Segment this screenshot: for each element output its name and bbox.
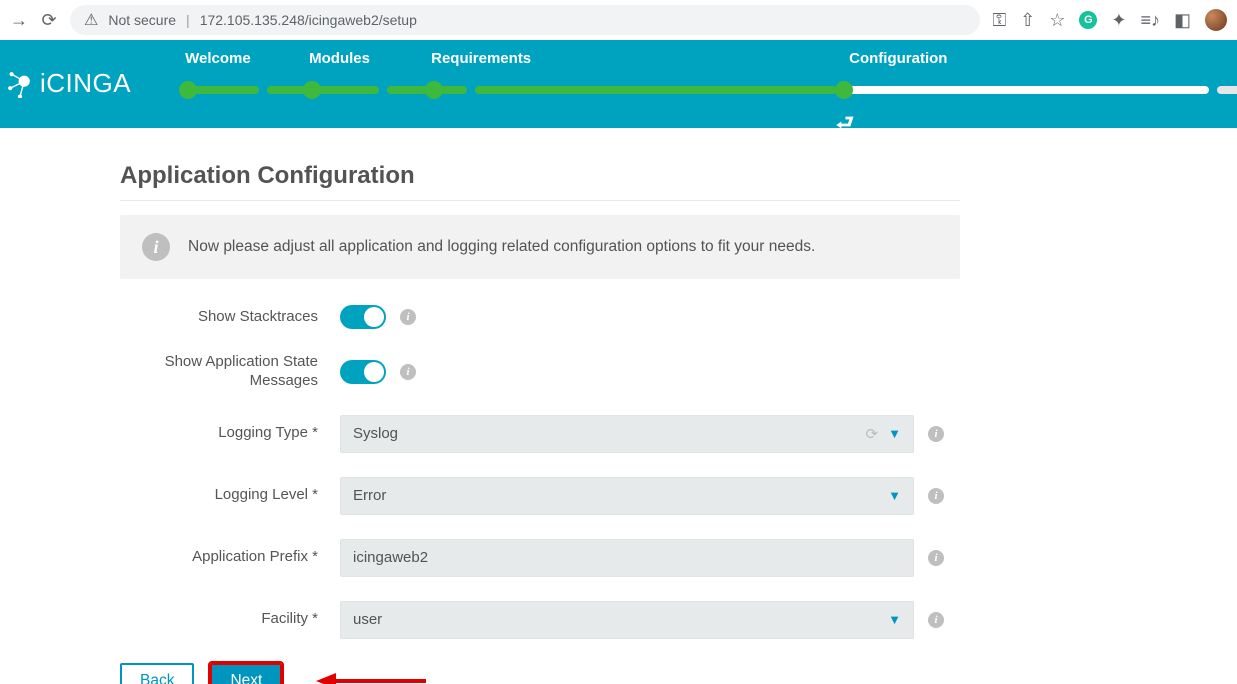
page-title: Application Configuration xyxy=(120,162,1110,190)
row-facility: Facility * user ▼ i xyxy=(120,601,960,639)
select-logging-type[interactable]: Syslog ⟳ ▼ xyxy=(340,415,914,453)
not-secure-label: Not secure xyxy=(108,12,176,28)
browser-chrome: → ⟳ ⚠ Not secure | 172.105.135.248/icing… xyxy=(0,0,1237,40)
wizard-step-configuration[interactable]: Configuration xyxy=(849,50,947,67)
panel-icon[interactable]: ◧ xyxy=(1174,10,1191,31)
share-icon[interactable]: ⇧ xyxy=(1020,10,1035,31)
select-logging-type-value: Syslog xyxy=(353,425,398,442)
title-divider xyxy=(120,200,960,201)
brand-logo: iCINGA xyxy=(0,40,149,99)
config-form: Show Stacktraces i Show Application Stat… xyxy=(120,305,960,684)
chevron-down-icon: ▼ xyxy=(888,426,901,441)
wizard-step-requirements[interactable]: Requirements xyxy=(431,50,531,67)
wizard-progress: Welcome Modules Requirements Configurati… xyxy=(149,40,1237,100)
back-button[interactable]: Back xyxy=(120,663,194,684)
row-logging-type: Logging Type * Syslog ⟳ ▼ i xyxy=(120,415,960,453)
wizard-step-modules[interactable]: Modules xyxy=(309,50,370,67)
browser-nav: → ⟳ xyxy=(10,11,58,29)
icinga-logo-icon xyxy=(6,70,34,98)
hint-icon[interactable]: i xyxy=(928,550,944,566)
info-banner: i Now please adjust all application and … xyxy=(120,215,960,279)
hint-icon[interactable]: i xyxy=(928,612,944,628)
hint-icon[interactable]: i xyxy=(928,488,944,504)
label-appstate: Show Application State Messages xyxy=(120,353,340,391)
hint-icon[interactable]: i xyxy=(400,309,416,325)
chevron-down-icon: ▼ xyxy=(888,612,901,627)
select-logging-level-value: Error xyxy=(353,487,386,504)
key-icon[interactable]: ⚿ xyxy=(992,10,1006,31)
url-text: 172.105.135.248/icingaweb2/setup xyxy=(200,12,417,28)
wizard-step-welcome[interactable]: Welcome xyxy=(185,50,251,67)
reload-icon[interactable]: ⟳ xyxy=(40,11,58,29)
wizard-node-welcome[interactable] xyxy=(179,81,197,99)
label-logging-level: Logging Level * xyxy=(120,486,340,505)
row-logging-level: Logging Level * Error ▼ i xyxy=(120,477,960,515)
wizard-node-requirements[interactable] xyxy=(425,81,443,99)
playlist-icon[interactable]: ≡♪ xyxy=(1140,10,1160,31)
chevron-down-icon: ▼ xyxy=(888,488,901,503)
return-icon[interactable]: ⮐ xyxy=(836,108,854,142)
select-facility[interactable]: user ▼ xyxy=(340,601,914,639)
annotation-arrow xyxy=(316,669,426,684)
label-app-prefix: Application Prefix * xyxy=(120,548,340,567)
input-app-prefix[interactable] xyxy=(340,539,914,577)
address-bar[interactable]: ⚠ Not secure | 172.105.135.248/icingaweb… xyxy=(70,5,980,35)
label-stacktraces: Show Stacktraces xyxy=(120,308,340,327)
next-button[interactable]: Next xyxy=(210,663,282,684)
star-icon[interactable]: ☆ xyxy=(1049,10,1065,31)
browser-actions: ⚿ ⇧ ☆ G ✦ ≡♪ ◧ xyxy=(992,9,1227,31)
toggle-stacktraces[interactable] xyxy=(340,305,386,329)
brand-name: iCINGA xyxy=(40,68,131,99)
row-app-prefix: Application Prefix * i xyxy=(120,539,960,577)
row-appstate: Show Application State Messages i xyxy=(120,353,960,391)
label-facility: Facility * xyxy=(120,610,340,629)
profile-avatar[interactable] xyxy=(1205,9,1227,31)
app-header: iCINGA Welcome Modules Requirements Conf… xyxy=(0,40,1237,128)
hint-icon[interactable]: i xyxy=(928,426,944,442)
wizard-track xyxy=(149,80,1237,100)
wizard-buttons: Back Next xyxy=(120,663,960,684)
not-secure-icon: ⚠ xyxy=(84,10,98,30)
forward-icon[interactable]: → xyxy=(10,11,28,29)
toggle-appstate[interactable] xyxy=(340,360,386,384)
wizard-node-configuration[interactable] xyxy=(835,81,853,99)
address-divider: | xyxy=(186,12,190,28)
extensions-icon[interactable]: ✦ xyxy=(1111,10,1126,31)
hint-icon[interactable]: i xyxy=(400,364,416,380)
info-icon: i xyxy=(142,233,170,261)
label-logging-type: Logging Type * xyxy=(120,424,340,443)
wizard-node-modules[interactable] xyxy=(303,81,321,99)
row-stacktraces: Show Stacktraces i xyxy=(120,305,960,329)
spinner-icon: ⟳ xyxy=(866,425,879,443)
main-content: Application Configuration i Now please a… xyxy=(0,128,1110,684)
select-logging-level[interactable]: Error ▼ xyxy=(340,477,914,515)
grammarly-icon[interactable]: G xyxy=(1079,11,1097,29)
select-facility-value: user xyxy=(353,611,382,628)
info-message: Now please adjust all application and lo… xyxy=(188,238,815,256)
